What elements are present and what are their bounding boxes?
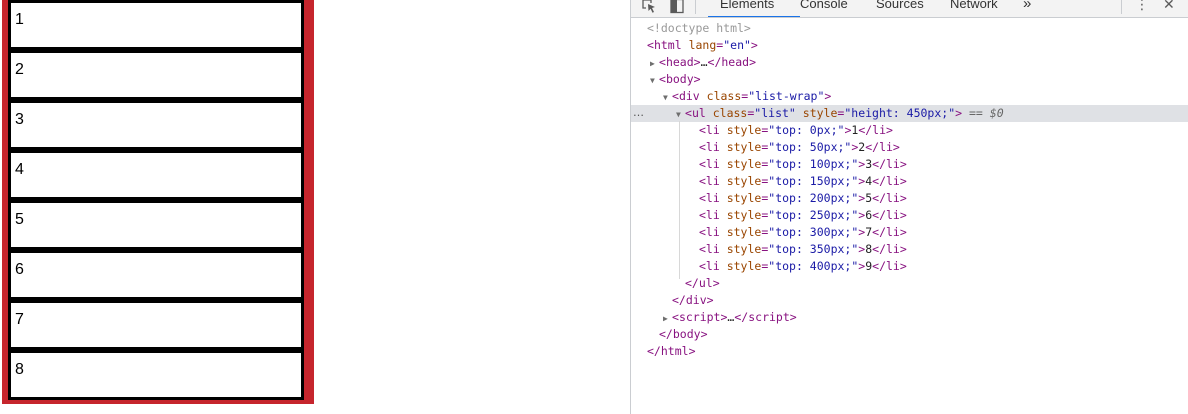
list-item: 7: [8, 300, 304, 350]
list-item-label: 2: [15, 61, 24, 78]
list-item-label: 1: [15, 11, 24, 28]
close-icon[interactable]: ✕: [1163, 0, 1175, 14]
tree-node-script[interactable]: ▶ <script>…</script>: [631, 309, 1188, 326]
tree-node-ul-close[interactable]: </ul>: [631, 275, 1188, 292]
screen: 1 2 3 4 5 6 7 8 Elements Console Sources…: [0, 0, 1188, 414]
body-close-tag: body: [672, 327, 701, 341]
expand-triangle-icon[interactable]: ▶: [650, 55, 655, 72]
list-item-label: 5: [15, 211, 24, 228]
ul-tag: ul: [691, 106, 706, 120]
list-item-label: 6: [15, 261, 24, 278]
tab-console[interactable]: Console: [800, 0, 848, 13]
list-item: 3: [8, 100, 304, 150]
tree-node-div-close[interactable]: </div>: [631, 292, 1188, 309]
tree-node-html[interactable]: <html lang="en">: [631, 37, 1188, 54]
list-wrap: 1 2 3 4 5 6 7 8: [2, 0, 314, 404]
ul-class-value: "list": [754, 106, 796, 120]
list-item-label: 8: [15, 361, 24, 378]
head-close-tag: head: [721, 55, 750, 69]
html-tag: html: [653, 38, 682, 52]
more-tabs-icon[interactable]: »: [1023, 0, 1031, 13]
script-tag: script: [678, 310, 721, 324]
toolbar-divider: [1121, 0, 1122, 14]
expand-triangle-icon[interactable]: ▶: [663, 310, 668, 327]
tab-network[interactable]: Network: [950, 0, 998, 13]
collapse-triangle-icon[interactable]: ▼: [650, 72, 655, 89]
tree-indent-guide: [679, 121, 680, 279]
ul-close-tag: ul: [698, 276, 713, 290]
active-tab-indicator: [708, 16, 800, 17]
li-style-value: "top: 400px;": [768, 259, 859, 273]
div-tag: div: [678, 89, 700, 103]
toolbar-divider: [695, 0, 696, 14]
tree-node-div[interactable]: ▼ <div class="list-wrap">: [631, 88, 1188, 105]
head-tag: head: [665, 55, 694, 69]
devtools-toolbar: Elements Console Sources Network » ⋮ ✕: [631, 0, 1188, 18]
body-tag: body: [665, 72, 694, 86]
html-lang-value: "en": [723, 38, 751, 52]
tree-node-li[interactable]: <li style="top: 50px;">2</li>: [631, 139, 1188, 156]
tree-node-li[interactable]: <li style="top: 350px;">8</li>: [631, 241, 1188, 258]
list-item-label: 3: [15, 111, 24, 128]
li-style-value: "top: 150px;": [768, 174, 859, 188]
div-class-attr: class: [706, 89, 742, 103]
list-item: 6: [8, 250, 304, 300]
li-style-value: "top: 350px;": [768, 242, 859, 256]
tree-node-body-close[interactable]: </body>: [631, 326, 1188, 343]
tree-node-li[interactable]: <li style="top: 0px;">1</li>: [631, 122, 1188, 139]
list-item-label: 7: [15, 311, 24, 328]
ul-style-value: "height: 450px;": [844, 106, 956, 120]
script-close-tag: script: [748, 310, 790, 324]
collapse-triangle-icon[interactable]: ▼: [663, 89, 668, 106]
list-item: 1: [8, 0, 304, 50]
tab-elements[interactable]: Elements: [720, 0, 774, 13]
li-style-value: "top: 200px;": [768, 191, 859, 205]
dom-tree: <!doctype html> <html lang="en"> ▶ <head…: [631, 20, 1188, 360]
tab-sources[interactable]: Sources: [876, 0, 924, 13]
li-style-value: "top: 50px;": [768, 140, 852, 154]
li-style-value: "top: 0px;": [768, 123, 845, 137]
devtools-panel: Elements Console Sources Network » ⋮ ✕ <…: [630, 0, 1188, 414]
tree-node-ul-selected[interactable]: … ▼ <ul class="list" style="height: 450p…: [631, 105, 1188, 122]
li-style-value: "top: 100px;": [768, 157, 859, 171]
page-preview: 1 2 3 4 5 6 7 8: [0, 0, 630, 414]
tree-node-body[interactable]: ▼ <body>: [631, 71, 1188, 88]
tree-node-li[interactable]: <li style="top: 100px;">3</li>: [631, 156, 1188, 173]
tree-node-li[interactable]: <li style="top: 200px;">5</li>: [631, 190, 1188, 207]
list-item: 8: [8, 350, 304, 400]
list-item: 5: [8, 200, 304, 250]
list-item-label: 4: [15, 161, 24, 178]
list-item: 2: [8, 50, 304, 100]
tree-node-li[interactable]: <li style="top: 150px;">4</li>: [631, 173, 1188, 190]
li-style-value: "top: 250px;": [768, 208, 859, 222]
device-toolbar-icon[interactable]: [669, 0, 685, 17]
li-style-value: "top: 300px;": [768, 225, 859, 239]
head-ellipsis: …: [700, 55, 708, 69]
tree-node-li[interactable]: <li style="top: 300px;">7</li>: [631, 224, 1188, 241]
html-lang-attr: lang: [688, 38, 717, 52]
div-close-tag: div: [685, 293, 707, 307]
list: 1 2 3 4 5 6 7 8: [6, 0, 310, 400]
tree-node-doctype[interactable]: <!doctype html>: [631, 20, 1188, 37]
doctype-text: <!doctype html>: [647, 21, 751, 35]
ul-style-attr: style: [802, 106, 838, 120]
html-close-tag: html: [660, 344, 689, 358]
tree-node-head[interactable]: ▶ <head>…</head>: [631, 54, 1188, 71]
tree-node-html-close[interactable]: </html>: [631, 343, 1188, 360]
tree-node-li[interactable]: <li style="top: 400px;">9</li>: [631, 258, 1188, 275]
kebab-menu-icon[interactable]: ⋮: [1135, 0, 1149, 14]
selected-element-marker: == $0: [969, 106, 1004, 120]
div-class-value: "list-wrap": [748, 89, 825, 103]
list-item: 4: [8, 150, 304, 200]
select-element-icon[interactable]: [641, 0, 657, 17]
more-actions-icon[interactable]: …: [633, 104, 645, 121]
ul-class-attr: class: [712, 106, 748, 120]
tree-node-li[interactable]: <li style="top: 250px;">6</li>: [631, 207, 1188, 224]
